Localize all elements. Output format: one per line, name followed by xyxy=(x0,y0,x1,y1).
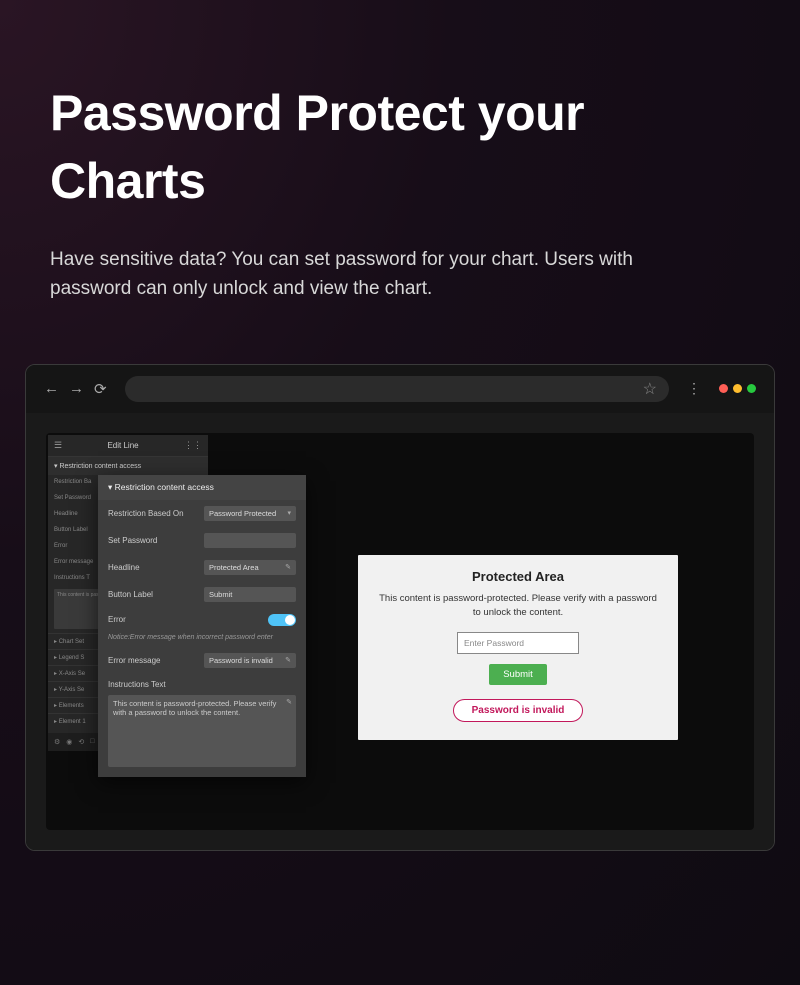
sidebar-row-label: Set Password xyxy=(54,495,91,503)
browser-toolbar: ← → ⟳ ☆ ⋮ xyxy=(26,365,774,413)
instructions-label: Instructions Text xyxy=(108,680,296,689)
url-bar[interactable]: ☆ xyxy=(125,376,669,402)
restriction-label: Restriction Based On xyxy=(108,509,204,518)
error-toggle[interactable] xyxy=(268,614,296,626)
error-toggle-label: Error xyxy=(108,615,268,624)
headline-input[interactable]: Protected Area xyxy=(204,560,296,575)
preview-card: Protected Area This content is password-… xyxy=(358,555,678,741)
back-button[interactable]: ← xyxy=(44,380,59,398)
traffic-maximize-icon[interactable] xyxy=(747,384,756,393)
error-notice: Notice:Error message when incorrect pass… xyxy=(98,632,306,647)
button-label-label: Button Label xyxy=(108,590,204,599)
sidebar-row-label: Instructions T xyxy=(54,575,90,581)
traffic-close-icon[interactable] xyxy=(719,384,728,393)
star-icon[interactable]: ☆ xyxy=(643,379,657,399)
sidebar-row-label: Headline xyxy=(54,511,78,519)
sidebar-row-label: Restriction Ba xyxy=(54,479,91,487)
settings-panel: ▾ Restriction content access Restriction… xyxy=(98,475,306,777)
sidebar-section-header[interactable]: ▾ Restriction content access xyxy=(48,457,208,475)
traffic-minimize-icon[interactable] xyxy=(733,384,742,393)
hero-description: Have sensitive data? You can set passwor… xyxy=(50,245,690,304)
password-preview-input[interactable]: Enter Password xyxy=(457,632,579,654)
restriction-select[interactable]: Password Protected xyxy=(204,506,296,521)
error-pill: Password is invalid xyxy=(453,699,584,722)
footer-icon[interactable]: ⟲ xyxy=(78,738,84,746)
sidebar-row-label: Error xyxy=(54,543,67,551)
footer-icon[interactable]: ◉ xyxy=(66,738,72,746)
panel-header[interactable]: ▾ Restriction content access xyxy=(98,475,306,500)
grid-icon[interactable]: ⋮⋮ xyxy=(184,440,202,451)
instructions-textarea[interactable]: This content is password-protected. Plea… xyxy=(108,695,296,767)
footer-icon[interactable]: ⚙ xyxy=(54,738,60,746)
preview-description: This content is password-protected. Plea… xyxy=(376,592,660,621)
password-input[interactable] xyxy=(204,533,296,548)
browser-frame: ← → ⟳ ☆ ⋮ ☰ Edit Line ⋮⋮ ▾ Restriction c… xyxy=(25,364,775,851)
submit-button[interactable]: Submit xyxy=(489,664,547,685)
password-label: Set Password xyxy=(108,536,204,545)
sidebar-row-label: Error message xyxy=(54,559,93,567)
reload-button[interactable]: ⟳ xyxy=(94,380,107,398)
browser-menu-icon[interactable]: ⋮ xyxy=(687,380,701,397)
preview-title: Protected Area xyxy=(376,569,660,584)
menu-icon[interactable]: ☰ xyxy=(54,440,62,451)
sidebar-title: Edit Line xyxy=(107,441,138,450)
headline-label: Headline xyxy=(108,563,204,572)
sidebar-row-label: Button Label xyxy=(54,527,88,535)
footer-icon[interactable]: □ xyxy=(90,738,94,745)
button-label-input[interactable]: Submit xyxy=(204,587,296,602)
hero-title: Password Protect your Charts xyxy=(50,80,750,215)
error-message-input[interactable]: Password is invalid xyxy=(204,653,296,668)
error-message-label: Error message xyxy=(108,656,204,665)
forward-button[interactable]: → xyxy=(69,380,84,398)
